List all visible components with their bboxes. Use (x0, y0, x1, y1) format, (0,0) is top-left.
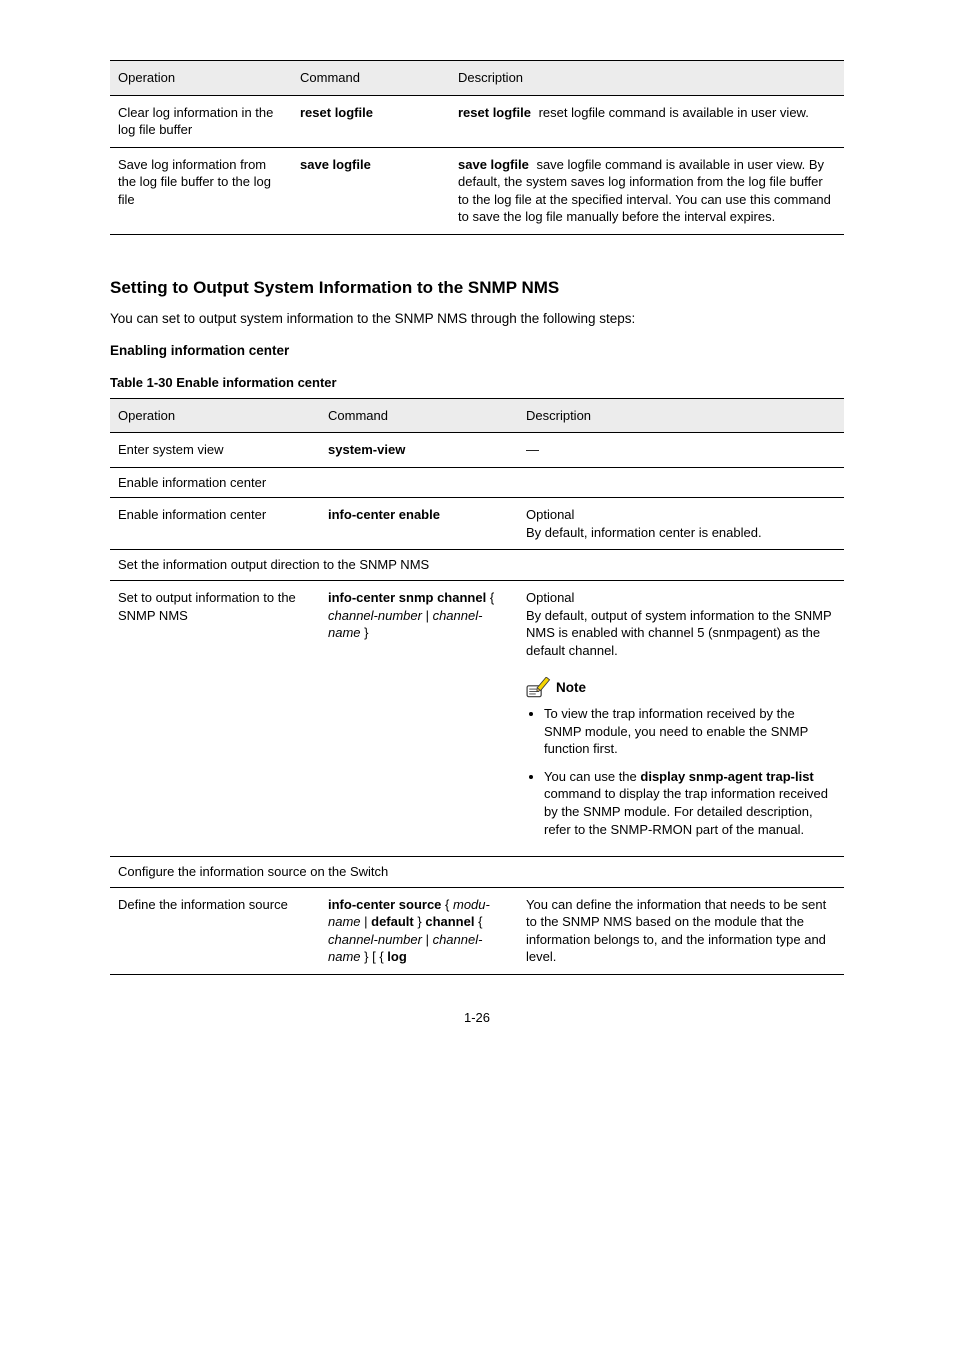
paragraph: You can set to output system information… (110, 310, 844, 328)
cell-description: save logfile save logfile command is ava… (450, 147, 844, 234)
cell-command: info-center enable (320, 498, 518, 550)
section-label: Enable information center (110, 467, 844, 498)
table-header-row: Operation Command Description (110, 61, 844, 96)
note-label: Note (556, 679, 586, 697)
cell-description: reset logfile reset logfile command is a… (450, 95, 844, 147)
cell-description: — (518, 433, 844, 468)
table-row: Enter system view system-view — (110, 433, 844, 468)
note-pencil-icon (526, 677, 552, 699)
cell-description: You can define the information that need… (518, 887, 844, 974)
table-row: Define the information source info-cente… (110, 887, 844, 974)
cell-operation: Define the information source (110, 887, 320, 974)
note-bullet: You can use the display snmp-agent trap-… (544, 768, 834, 838)
cell-description: Optional By default, output of system in… (518, 581, 844, 857)
note-header: Note (526, 677, 834, 699)
section-heading-snmp-nms: Setting to Output System Information to … (110, 277, 844, 300)
cell-operation: Set to output information to the SNMP NM… (110, 581, 320, 857)
table-caption: Table 1-30 Enable information center (110, 374, 844, 392)
cell-command: save logfile (292, 147, 450, 234)
subheading-enable-info-center: Enabling information center (110, 342, 844, 360)
col-header-operation: Operation (110, 398, 320, 433)
table-header-row: Operation Command Description (110, 398, 844, 433)
cell-operation: Clear log information in the log file bu… (110, 95, 292, 147)
cell-operation: Save log information from the log file b… (110, 147, 292, 234)
table-row: Set to output information to the SNMP NM… (110, 581, 844, 857)
cell-description: Optional By default, information center … (518, 498, 844, 550)
table-row: Clear log information in the log file bu… (110, 95, 844, 147)
table-commands-logfile: Operation Command Description Clear log … (110, 60, 844, 235)
note-lead-text: Optional By default, output of system in… (526, 589, 834, 659)
table-row: Save log information from the log file b… (110, 147, 844, 234)
table-row: Enable information center info-center en… (110, 498, 844, 550)
section-label: Configure the information source on the … (110, 857, 844, 888)
table-section-row: Enable information center (110, 467, 844, 498)
table-section-row: Set the information output direction to … (110, 550, 844, 581)
table-section-row: Configure the information source on the … (110, 857, 844, 888)
page-number: 1-26 (110, 1009, 844, 1027)
col-header-command: Command (320, 398, 518, 433)
col-header-command: Command (292, 61, 450, 96)
cell-operation: Enter system view (110, 433, 320, 468)
note-bullet-list: To view the trap information received by… (526, 705, 834, 838)
cell-operation: Enable information center (110, 498, 320, 550)
cell-command: info-center source { modu-name | default… (320, 887, 518, 974)
cell-command: reset logfile (292, 95, 450, 147)
cell-command: system-view (320, 433, 518, 468)
col-header-operation: Operation (110, 61, 292, 96)
section-label: Set the information output direction to … (110, 550, 844, 581)
note-bullet: To view the trap information received by… (544, 705, 834, 758)
col-header-description: Description (450, 61, 844, 96)
table-enable-info-center: Operation Command Description Enter syst… (110, 398, 844, 975)
cell-command: info-center snmp channel { channel-numbe… (320, 581, 518, 857)
col-header-description: Description (518, 398, 844, 433)
